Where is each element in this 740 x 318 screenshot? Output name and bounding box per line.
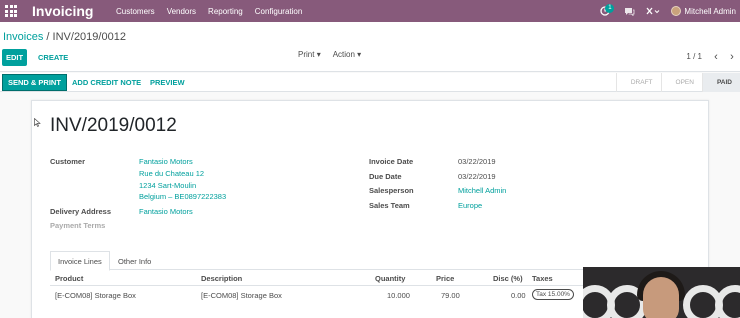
salesperson-label: Salesperson (369, 186, 414, 195)
row-description: [E-COM08] Storage Box (201, 291, 282, 300)
pager-value[interactable]: 1 / 1 (686, 52, 702, 61)
add-credit-note-button[interactable]: ADD CREDIT NOTE (72, 78, 141, 87)
tab-invoice-lines[interactable]: Invoice Lines (50, 251, 110, 271)
tax-tag: Tax 15.00% (532, 289, 574, 300)
menu-configuration[interactable]: Configuration (255, 7, 303, 16)
mouse-cursor-icon (34, 118, 41, 127)
control-panel: Invoices / INV/2019/0012 EDIT CREATE Pri… (0, 22, 740, 72)
chevron-left-icon[interactable]: ‹ (708, 51, 724, 62)
activity-badge: 1 (605, 4, 615, 13)
payment-terms-label: Payment Terms (50, 221, 106, 230)
col-description-header[interactable]: Description (201, 274, 242, 283)
delivery-address-link[interactable]: Fantasio Motors (139, 207, 193, 216)
send-print-button[interactable]: SEND & PRINT (2, 74, 67, 91)
action-dropdown-label: Action (332, 50, 355, 59)
sales-team-label: Sales Team (369, 201, 410, 210)
navbar-systray: 1 Mitchell Admin (593, 0, 740, 22)
logo-ring (715, 285, 740, 318)
stage-open[interactable]: OPEN (660, 73, 702, 92)
salesperson-link[interactable]: Mitchell Admin (458, 186, 506, 195)
col-taxes-header[interactable]: Taxes (532, 274, 553, 283)
breadcrumb-current: INV/2019/0012 (52, 31, 126, 43)
pager: 1 / 1 ‹ › (686, 51, 740, 62)
sales-team-link[interactable]: Europe (458, 201, 482, 210)
caret-down-icon: ▾ (357, 50, 362, 59)
stage-draft[interactable]: DRAFT (615, 73, 661, 92)
delivery-address-label: Delivery Address (50, 207, 112, 216)
customer-address-line3: Belgium – BE0897222383 (139, 192, 227, 201)
action-dropdown[interactable]: Action ▾ (333, 50, 361, 59)
invoice-number-title: INV/2019/0012 (50, 115, 177, 136)
tab-other-info[interactable]: Other Info (111, 251, 158, 271)
user-name: Mitchell Admin (684, 6, 736, 16)
caret-down-icon: ▾ (316, 50, 321, 59)
due-date-label: Due Date (369, 172, 402, 181)
col-quantity-header[interactable]: Quantity (375, 274, 405, 283)
user-menu[interactable]: Mitchell Admin (671, 6, 736, 16)
breadcrumb-separator: / (46, 31, 50, 43)
debug-tools-icon[interactable] (641, 0, 665, 22)
row-discount: 0.00 (511, 291, 526, 300)
chat-icon[interactable] (617, 0, 641, 22)
avatar (671, 6, 682, 16)
customer-address-line1: Rue du Chateau 12 (139, 169, 205, 178)
stage-paid[interactable]: PAID (701, 73, 740, 92)
form-statusbar: SEND & PRINT ADD CREDIT NOTE PREVIEW DRA… (0, 73, 740, 92)
customer-link[interactable]: Fantasio Motors (139, 157, 193, 166)
webcam-overlay (583, 267, 740, 318)
apps-menu-icon[interactable] (0, 0, 22, 22)
row-quantity: 10.000 (387, 291, 410, 300)
breadcrumb-invoices-link[interactable]: Invoices (3, 31, 43, 43)
presenter-face (643, 277, 679, 318)
print-dropdown-label: Print (298, 50, 315, 59)
due-date-value: 03/22/2019 (458, 172, 496, 181)
sidebar-dropdowns: Print ▾ Action ▾ (298, 50, 361, 59)
preview-button[interactable]: PREVIEW (150, 78, 185, 87)
edit-button[interactable]: EDIT (2, 49, 27, 66)
customer-label: Customer (50, 157, 86, 166)
main-menu: Customers Vendors Reporting Configuratio… (116, 7, 314, 16)
invoice-date-label: Invoice Date (369, 157, 414, 166)
customer-address-line2: 1234 Sart-Moulin (139, 181, 197, 190)
status-stages: DRAFT OPEN PAID (615, 73, 740, 92)
col-discount-header[interactable]: Disc (%) (493, 274, 523, 283)
col-product-header[interactable]: Product (55, 274, 83, 283)
invoice-date-value: 03/22/2019 (458, 157, 496, 166)
print-dropdown[interactable]: Print ▾ (298, 50, 321, 59)
app-brand[interactable]: Invoicing (32, 3, 116, 19)
col-price-header[interactable]: Price (436, 274, 454, 283)
create-button[interactable]: CREATE (38, 53, 68, 62)
activity-icon[interactable]: 1 (593, 0, 617, 22)
breadcrumb: Invoices / INV/2019/0012 (3, 31, 126, 43)
top-navbar: Invoicing Customers Vendors Reporting Co… (0, 0, 740, 22)
menu-vendors[interactable]: Vendors (167, 7, 196, 16)
chevron-right-icon[interactable]: › (724, 51, 740, 62)
menu-reporting[interactable]: Reporting (208, 7, 243, 16)
row-product: [E-COM08] Storage Box (55, 291, 136, 300)
row-price: 79.00 (441, 291, 460, 300)
menu-customers[interactable]: Customers (116, 7, 155, 16)
